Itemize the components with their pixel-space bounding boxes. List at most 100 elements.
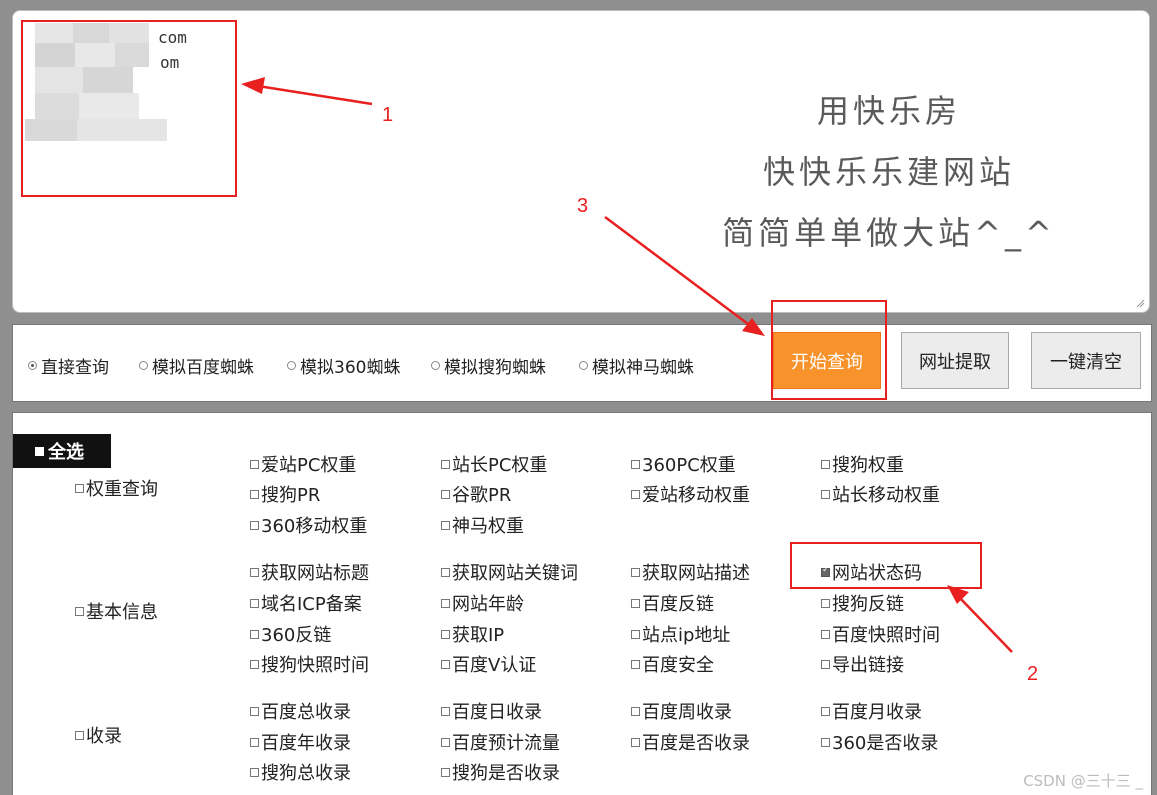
checkbox-icon — [250, 629, 259, 639]
option-checkbox[interactable]: 百度V认证 — [441, 651, 536, 677]
checkbox-icon — [821, 489, 830, 499]
radio-baidu-spider[interactable]: 模拟百度蜘蛛 — [139, 353, 254, 378]
option-checkbox[interactable]: 搜狗权重 — [821, 451, 904, 477]
slogan-line: 简简单单做大站^_^ — [722, 214, 1056, 252]
option-label: 获取IP — [452, 625, 505, 646]
select-all-label: 全选 — [48, 442, 84, 463]
option-checkbox[interactable]: 搜狗反链 — [821, 590, 904, 616]
option-checkbox[interactable]: 爱站移动权重 — [631, 481, 750, 507]
group-checkbox-1[interactable]: 基本信息 — [75, 598, 158, 624]
annotation-number-3: 3 — [577, 195, 589, 217]
blurred-url-text — [25, 23, 167, 148]
option-checkbox[interactable]: 网站年龄 — [441, 590, 524, 616]
option-checkbox[interactable]: 搜狗总收录 — [250, 759, 351, 785]
checkbox-icon — [441, 489, 450, 499]
option-label: 网站年龄 — [452, 594, 524, 615]
annotation-number-2: 2 — [1027, 663, 1039, 685]
csdn-watermark: CSDN @三十三 _ — [1023, 772, 1143, 790]
option-checkbox[interactable]: 百度总收录 — [250, 698, 351, 724]
option-checkbox[interactable]: 搜狗快照时间 — [250, 651, 369, 677]
option-checkbox[interactable]: 百度反链 — [631, 590, 714, 616]
option-label: 百度V认证 — [452, 655, 537, 676]
option-label: 站长PC权重 — [452, 455, 548, 476]
group-checkbox-2[interactable]: 收录 — [75, 722, 122, 748]
option-checkbox[interactable]: 导出链接 — [821, 651, 904, 677]
radio-icon — [579, 361, 588, 370]
checkbox-icon — [631, 489, 640, 499]
option-label: 谷歌PR — [452, 485, 512, 506]
radio-360-spider[interactable]: 模拟360蜘蛛 — [287, 353, 400, 378]
checkbox-icon — [441, 767, 450, 777]
option-checkbox[interactable]: 获取网站标题 — [250, 559, 369, 585]
option-label: 360反链 — [261, 625, 332, 646]
checkbox-icon — [75, 483, 84, 493]
radio-icon — [139, 361, 148, 370]
placeholder-slogan: 用快乐房 快快乐乐建网站 简简单单做大站^_^ — [629, 81, 1149, 264]
option-checkbox[interactable]: 百度预计流量 — [441, 729, 560, 755]
radio-sogou-spider[interactable]: 模拟搜狗蜘蛛 — [431, 353, 546, 378]
option-checkbox[interactable]: 站点ip地址 — [631, 621, 730, 647]
option-label: 网站状态码 — [832, 563, 922, 584]
option-checkbox[interactable]: 搜狗是否收录 — [441, 759, 560, 785]
option-checkbox[interactable]: 神马权重 — [441, 512, 524, 538]
option-checkbox[interactable]: 获取IP — [441, 621, 504, 647]
extract-url-button[interactable]: 网址提取 — [901, 332, 1009, 389]
checkbox-icon — [441, 629, 450, 639]
start-query-button[interactable]: 开始查询 — [773, 332, 881, 389]
option-checkbox[interactable]: 360是否收录 — [821, 729, 938, 755]
option-checkbox[interactable]: 网站状态码 — [821, 559, 922, 585]
option-checkbox[interactable]: 百度周收录 — [631, 698, 732, 724]
radio-label: 直接查询 — [41, 358, 109, 378]
checkbox-icon — [441, 459, 450, 469]
option-checkbox[interactable]: 百度安全 — [631, 651, 714, 677]
option-checkbox[interactable]: 360PC权重 — [631, 451, 736, 477]
checkbox-icon — [441, 659, 450, 669]
select-all-button[interactable]: 全选 — [13, 434, 111, 468]
group-label: 基本信息 — [86, 602, 158, 623]
option-checkbox[interactable]: 爱站PC权重 — [250, 451, 356, 477]
checkbox-icon — [821, 459, 830, 469]
option-label: 百度快照时间 — [832, 625, 940, 646]
checkbox-icon — [631, 459, 640, 469]
group-checkbox-0[interactable]: 权重查询 — [75, 475, 158, 501]
option-checkbox[interactable]: 谷歌PR — [441, 481, 511, 507]
checkbox-icon — [631, 629, 640, 639]
resize-grip-icon[interactable] — [1135, 298, 1145, 308]
option-label: 获取网站标题 — [261, 563, 369, 584]
checkbox-icon — [821, 629, 830, 639]
option-label: 360是否收录 — [832, 733, 939, 754]
group-label: 收录 — [86, 726, 122, 747]
option-label: 搜狗PR — [261, 485, 321, 506]
checkbox-icon — [821, 737, 830, 747]
option-label: 百度年收录 — [261, 733, 351, 754]
checkbox-icon — [631, 567, 640, 577]
select-all-checkbox-icon — [35, 446, 44, 456]
checkbox-icon — [250, 489, 259, 499]
option-label: 获取网站关键词 — [452, 563, 578, 584]
option-checkbox[interactable]: 百度快照时间 — [821, 621, 940, 647]
option-checkbox[interactable]: 360移动权重 — [250, 512, 367, 538]
option-checkbox[interactable]: 百度月收录 — [821, 698, 922, 724]
option-checkbox[interactable]: 百度年收录 — [250, 729, 351, 755]
option-checkbox[interactable]: 站长移动权重 — [821, 481, 940, 507]
checkbox-icon — [631, 598, 640, 608]
option-checkbox[interactable]: 获取网站关键词 — [441, 559, 578, 585]
option-checkbox[interactable]: 站长PC权重 — [441, 451, 547, 477]
option-checkbox[interactable]: 360反链 — [250, 621, 331, 647]
checkbox-icon — [250, 737, 259, 747]
option-checkbox[interactable]: 域名ICP备案 — [250, 590, 362, 616]
url-textarea[interactable]: com om 用快乐房 快快乐乐建网站 简简单单做大站^_^ — [12, 10, 1150, 313]
option-checkbox[interactable]: 百度日收录 — [441, 698, 542, 724]
option-label: 获取网站描述 — [642, 563, 750, 584]
option-checkbox[interactable]: 百度是否收录 — [631, 729, 750, 755]
radio-selected-icon — [28, 361, 37, 370]
checkbox-icon — [75, 606, 84, 616]
radio-direct-query[interactable]: 直接查询 — [28, 353, 109, 378]
clear-all-button[interactable]: 一键清空 — [1031, 332, 1141, 389]
option-label: 百度预计流量 — [452, 733, 560, 754]
option-checkbox[interactable]: 获取网站描述 — [631, 559, 750, 585]
radio-icon — [431, 361, 440, 370]
radio-shenma-spider[interactable]: 模拟神马蜘蛛 — [579, 353, 694, 378]
option-checkbox[interactable]: 搜狗PR — [250, 481, 320, 507]
option-label: 搜狗权重 — [832, 455, 904, 476]
